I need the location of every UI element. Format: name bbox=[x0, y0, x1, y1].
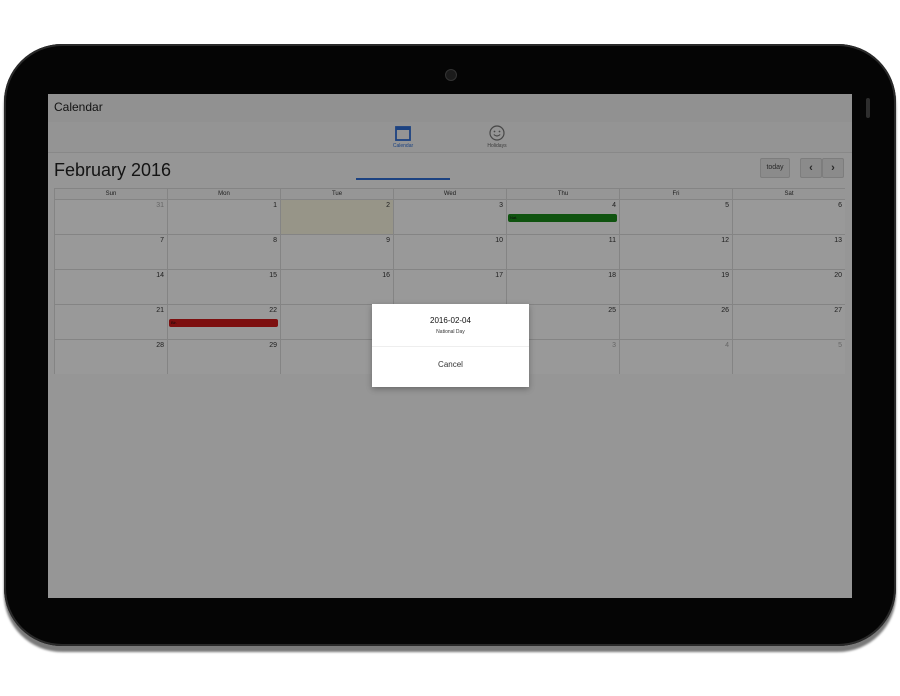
screen: Calendar Calendar Holidays February 2016… bbox=[48, 94, 852, 598]
camera-icon bbox=[445, 69, 457, 81]
event-dialog: 2016-02-04 National Day Cancel bbox=[372, 304, 529, 387]
dialog-divider bbox=[372, 346, 529, 347]
dialog-title: 2016-02-04 bbox=[430, 316, 471, 325]
side-button bbox=[866, 98, 870, 118]
cancel-button[interactable]: Cancel bbox=[372, 360, 529, 369]
dialog-message: National Day bbox=[436, 329, 465, 335]
